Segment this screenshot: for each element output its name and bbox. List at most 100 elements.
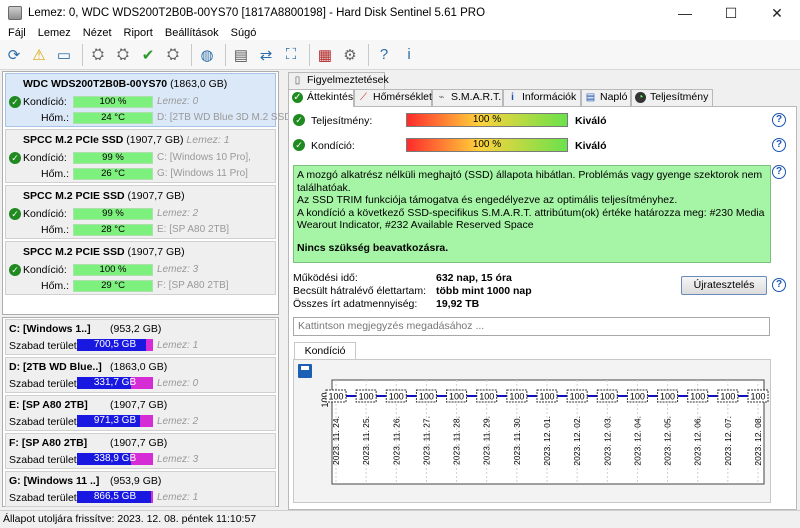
free-space-bar: 700,5 GB	[77, 339, 153, 351]
disk-list: WDC WDS200T2B0B-00YS70 (1863,0 GB) ✓ Kon…	[2, 71, 294, 315]
volume-item-g[interactable]: G: [Windows 11 ..] (953,9 GB) Szabad ter…	[5, 471, 276, 507]
settings-chart-icon[interactable]: ▦	[314, 44, 336, 66]
disk-item-1[interactable]: SPCC M.2 PCIe SSD (1907,7 GB) Lemez: 1 ✓…	[5, 129, 276, 183]
thermometer-icon: ⟋	[360, 92, 367, 103]
free-space-bar: 971,3 GB	[77, 415, 153, 427]
condition-chart: 100 100 2023. 11. 24. 100 2023. 11. 25. 100 20…	[293, 359, 771, 503]
free-space-bar: 866,5 GB	[77, 491, 153, 503]
disk-capacity: (1907,7 GB)	[127, 246, 185, 258]
volume-disk: Lemez: 1	[157, 492, 199, 503]
gear-icon[interactable]: ⚙	[339, 44, 361, 66]
volume-name: C: [Windows 1..]	[9, 323, 91, 335]
disk-capacity: (1907,7 GB)	[127, 190, 185, 202]
message-line-2: Az SSD TRIM funkciója támogatva és enged…	[297, 194, 678, 207]
uptime-value: 632 nap, 15 óra	[436, 272, 512, 284]
tab-temperature[interactable]: ⟋ Hőmérséklet	[354, 89, 432, 106]
ok-check-icon: ✓	[292, 92, 303, 103]
condition-bar: 100 %	[406, 138, 568, 152]
x-tick-label: 2023. 12. 06.	[693, 416, 703, 466]
report-icon[interactable]: ▤	[230, 44, 252, 66]
tab-log[interactable]: ▤ Napló	[581, 89, 631, 106]
disk-test-icon[interactable]: ⛭	[87, 44, 109, 66]
condition-label: Kondíció:	[23, 264, 67, 276]
menu-view[interactable]: Nézet	[77, 26, 118, 40]
menu-file[interactable]: Fájl	[2, 26, 32, 40]
volume-capacity: (953,2 GB)	[110, 323, 162, 335]
disk-item-3[interactable]: SPCC M.2 PCIE SSD (1907,7 GB) ✓ Kondíció…	[5, 241, 276, 295]
disk-check-icon[interactable]: ✔	[137, 44, 159, 66]
warning-icon[interactable]: ⚠	[28, 44, 50, 66]
data-label: 100	[479, 392, 494, 402]
tab-performance[interactable]: ◔ Teljesítmény	[631, 89, 713, 106]
data-label: 100	[328, 392, 343, 402]
globe-icon[interactable]: ◍	[196, 44, 218, 66]
minimize-button[interactable]: —	[662, 0, 708, 26]
monitor-icon[interactable]: ▭	[53, 44, 75, 66]
message-line-1: A mozgó alkatrész nélküli meghajtó (SSD)…	[297, 169, 763, 194]
volume-disk: Lemez: 2	[157, 416, 199, 427]
x-tick-label: 2023. 11. 24.	[331, 416, 341, 465]
disk-name: SPCC M.2 PCIe SSD	[23, 134, 124, 146]
volume-item-f[interactable]: F: [SP A80 2TB] (1907,7 GB) Szabad terül…	[5, 433, 276, 469]
disk-surface-icon[interactable]: ⛭	[112, 44, 134, 66]
volume-capacity: (1863,0 GB)	[110, 361, 168, 373]
data-label: 100	[449, 392, 464, 402]
x-tick-label: 2023. 12. 03.	[602, 416, 612, 466]
details-panel: ▯ Figyelmeztetések ✓ Áttekintés ⟋ Hőmérsékl…	[285, 70, 800, 510]
volume-item-e[interactable]: E: [SP A80 2TB] (1907,7 GB) Szabad terül…	[5, 395, 276, 431]
tab-overview[interactable]: ✓ Áttekintés	[288, 89, 354, 107]
performance-bar: 100 %	[406, 113, 568, 127]
maximize-button[interactable]: ☐	[708, 0, 754, 26]
disk-volume: E: [SP A80 2TB]	[157, 224, 230, 235]
help-icon[interactable]: ?	[772, 138, 786, 152]
uptime-label: Működési idő:	[293, 272, 358, 284]
disk-volume: C: [Windows 10 Pro],	[157, 152, 251, 163]
free-space-label: Szabad terület	[9, 340, 77, 352]
tab-information[interactable]: i Információk	[503, 89, 581, 106]
disk-capacity: (1863,0 GB)	[170, 78, 228, 90]
menu-settings[interactable]: Beállítások	[159, 26, 225, 40]
menu-report[interactable]: Riport	[118, 26, 159, 40]
window-title: Lemez: 0, WDC WDS200T2B0B-00YS70 [1817A8…	[28, 7, 486, 19]
tab-smart[interactable]: ⌁ S.M.A.R.T.	[432, 89, 503, 106]
x-tick-label: 2023. 11. 27.	[421, 416, 431, 465]
condition-label: Kondíció:	[23, 208, 67, 220]
x-tick-label: 2023. 12. 01.	[542, 416, 552, 466]
note-input[interactable]: Kattintson megjegyzés megadásához ...	[293, 317, 770, 336]
help-icon[interactable]: ?	[373, 44, 395, 66]
data-label: 100	[690, 392, 705, 402]
chart-tab-condition[interactable]: Kondíció (%)	[294, 342, 356, 373]
temp-bar: 24 °C	[73, 112, 153, 124]
free-space-label: Szabad terület	[9, 492, 77, 504]
help-icon[interactable]: ?	[772, 113, 786, 127]
retest-button[interactable]: Újratesztelés	[681, 276, 767, 295]
help-icon[interactable]: ?	[772, 165, 786, 179]
volume-item-d[interactable]: D: [2TB WD Blue..] (1863,0 GB) Szabad te…	[5, 357, 276, 393]
ok-check-icon: ✓	[293, 114, 305, 126]
temp-label: Hőm.:	[41, 112, 70, 124]
written-label: Összes írt adatmennyiség:	[293, 298, 418, 310]
menu-bar: Fájl Lemez Nézet Riport Beállítások Súgó	[0, 26, 800, 40]
network-icon[interactable]: ⛶	[280, 44, 302, 66]
volume-item-c[interactable]: C: [Windows 1..] (953,2 GB) Szabad terül…	[5, 319, 276, 355]
menu-help[interactable]: Súgó	[225, 26, 263, 40]
lifetime-value: több mint 1000 nap	[436, 285, 532, 297]
disk-number: Lemez: 2	[157, 208, 199, 219]
menu-disk[interactable]: Lemez	[32, 26, 77, 40]
x-tick-label: 2023. 12. 02.	[572, 416, 582, 466]
disk-number: Lemez: 1	[186, 134, 230, 146]
disk-tools-icon[interactable]: ⛭	[162, 44, 184, 66]
disk-item-2[interactable]: SPCC M.2 PCIE SSD (1907,7 GB) ✓ Kondíció…	[5, 185, 276, 239]
help-icon[interactable]: ?	[772, 278, 786, 292]
send-report-icon[interactable]: ⇄	[255, 44, 277, 66]
x-tick-label: 2023. 12. 04.	[632, 416, 642, 466]
disk-item-0[interactable]: WDC WDS200T2B0B-00YS70 (1863,0 GB) ✓ Kon…	[5, 73, 294, 127]
close-button[interactable]: ✕	[754, 0, 800, 26]
tab-warnings[interactable]: ▯ Figyelmeztetések	[288, 72, 389, 89]
refresh-icon[interactable]: ⟳	[3, 44, 25, 66]
data-label: 100	[359, 392, 374, 402]
free-space-bar: 338,9 GB	[77, 453, 153, 465]
info-icon[interactable]: i	[398, 44, 420, 66]
temp-label: Hőm.:	[41, 168, 70, 180]
disk-capacity: (1907,7 GB)	[126, 134, 184, 146]
